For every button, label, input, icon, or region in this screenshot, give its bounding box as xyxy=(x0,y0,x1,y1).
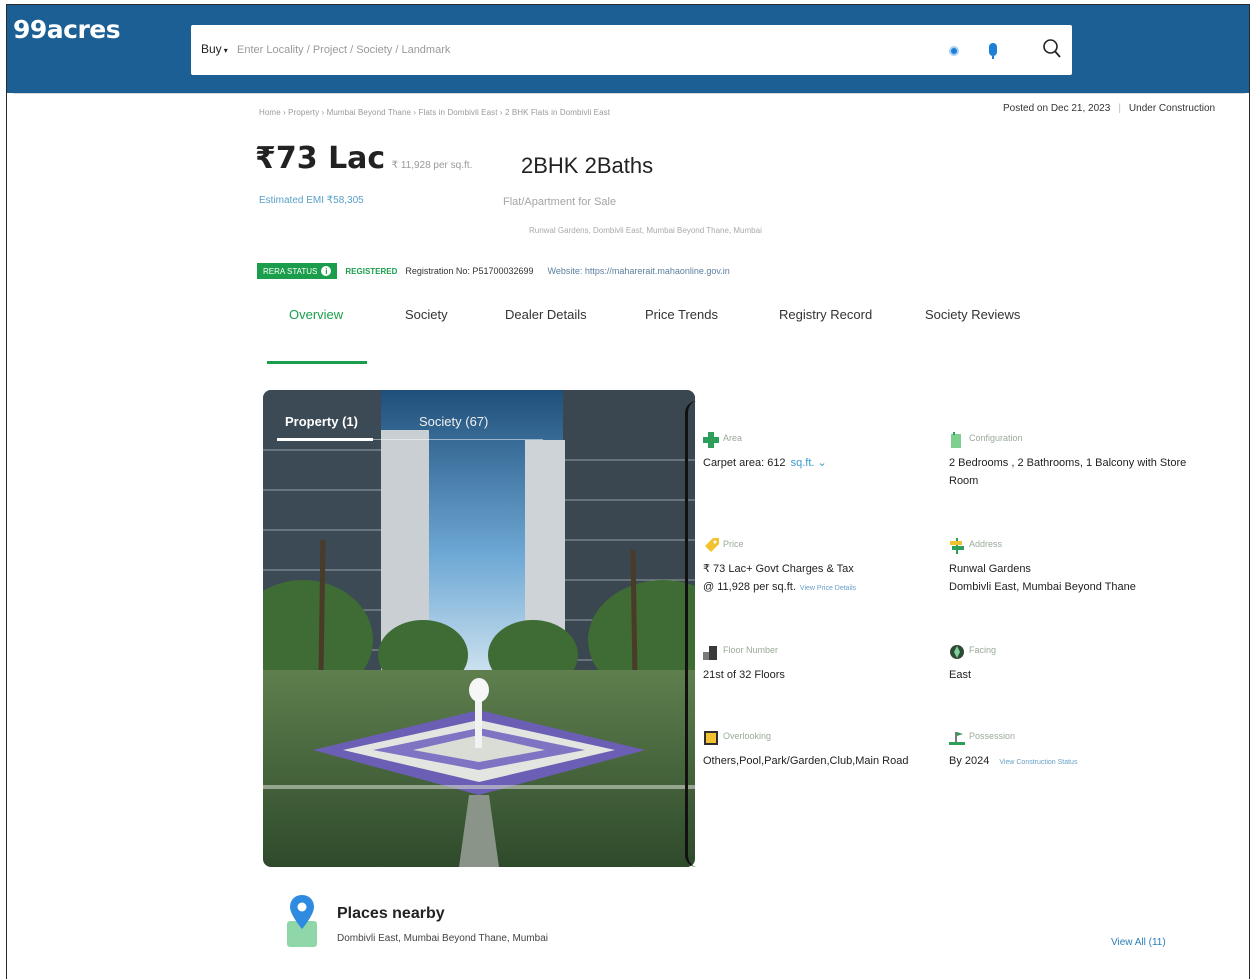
price-tag-icon xyxy=(705,538,719,552)
price-value: ₹ 73 Lac+ Govt Charges & Tax @ 11,928 pe… xyxy=(703,560,983,598)
address-line-2: Dombivli East, Mumbai Beyond Thane xyxy=(949,581,1136,593)
price-amount: ₹73 Lac xyxy=(255,141,386,176)
rera-badge[interactable]: RERA STATUS i xyxy=(257,263,338,279)
tab-overview[interactable]: Overview xyxy=(289,307,343,322)
header-divider xyxy=(13,93,1245,94)
rera-row: RERA STATUS i REGISTERED Registration No:… xyxy=(257,262,730,280)
view-price-details-link[interactable]: View Price Details xyxy=(800,585,856,592)
floor-label: Floor Number xyxy=(723,645,779,655)
registration-number: Registration No: P51700032699 xyxy=(405,266,534,276)
buy-dropdown[interactable]: Buy ▾ xyxy=(201,42,228,56)
building-icon xyxy=(703,646,717,660)
search-input[interactable] xyxy=(237,39,937,61)
gallery-tab-property[interactable]: Property (1) xyxy=(285,414,358,429)
tab-dealer-details[interactable]: Dealer Details xyxy=(505,307,587,322)
area-label: Area xyxy=(723,433,743,443)
property-title: 2BHK 2Baths xyxy=(521,153,654,178)
possession-icon xyxy=(949,732,965,745)
breadcrumb[interactable]: Home › Property › Mumbai Beyond Thane › … xyxy=(259,108,610,117)
price-line: ₹ 73 Lac+ Govt Charges & Tax xyxy=(703,563,854,575)
overlooking-value: Others,Pool,Park/Garden,Club,Main Road xyxy=(703,755,909,767)
property-type: Flat/Apartment for Sale xyxy=(503,196,617,208)
rera-website[interactable]: Website: https://maharerait.mahaonline.g… xyxy=(548,266,730,276)
configuration-value: 2 Bedrooms , 2 Bathrooms, 1 Balcony with… xyxy=(949,457,1187,487)
compass-icon xyxy=(950,645,964,659)
price-rate: @ 11,928 per sq.ft. xyxy=(703,581,796,593)
chevron-down-icon: ▾ xyxy=(223,46,228,55)
price-block: ₹73 Lac ₹ 11,928 per sq.ft. xyxy=(255,141,472,176)
rera-registered: REGISTERED xyxy=(345,266,398,276)
price-rate-line: @ 11,928 per sq.ft. View Price Details xyxy=(703,578,983,598)
address-line-1: Runwal Gardens xyxy=(949,563,1031,575)
property-photo xyxy=(263,390,695,867)
posted-date: Posted on Dec 21, 2023 xyxy=(1003,103,1111,114)
gallery-tab-indicator xyxy=(277,438,373,441)
top-header: 99acres Buy ▾ xyxy=(7,5,1249,93)
configuration-icon xyxy=(951,432,961,448)
info-icon[interactable]: i xyxy=(321,266,332,276)
price-per-sqft: ₹ 11,928 per sq.ft. xyxy=(391,160,473,171)
configuration-label: Configuration xyxy=(969,433,1023,443)
window-icon xyxy=(704,731,718,745)
possession-label: Possession xyxy=(969,731,1016,741)
area-value: Carpet area: 612 sq.ft. ⌄ xyxy=(703,454,983,472)
area-unit-dropdown[interactable]: sq.ft. ⌄ xyxy=(791,457,827,469)
browser-frame: 99acres Buy▾ Home › Property › Mumbai Be… xyxy=(6,4,1250,979)
places-nearby-title: Places nearby xyxy=(337,905,445,922)
gallery-tab-divider xyxy=(373,439,543,440)
facing-label: Facing xyxy=(969,645,997,655)
possession-date: By 2024 xyxy=(949,755,990,767)
tab-society-reviews[interactable]: Society Reviews xyxy=(925,307,1020,322)
active-tab-indicator xyxy=(267,361,367,364)
area-icon xyxy=(703,432,719,448)
search-bar: Buy ▾ xyxy=(191,25,1072,75)
overlooking-label: Overlooking xyxy=(723,731,772,741)
places-nearby-subtitle: Dombivli East, Mumbai Beyond Thane, Mumb… xyxy=(337,933,549,944)
emi-link[interactable]: Estimated EMI ₹58,305 xyxy=(259,195,364,206)
mic-icon[interactable] xyxy=(989,43,997,59)
rera-badge-label: RERA STATUS xyxy=(263,266,318,276)
details-bracket xyxy=(685,401,701,867)
gallery-tab-society[interactable]: Society (67) xyxy=(419,414,488,429)
tab-price-trends[interactable]: Price Trends xyxy=(645,307,718,322)
tab-society[interactable]: Society xyxy=(405,307,448,322)
search-icon[interactable] xyxy=(1042,37,1062,61)
posted-meta: Posted on Dec 21, 2023 | Under Constructio… xyxy=(1003,103,1215,114)
address-label: Address xyxy=(969,539,1003,549)
signpost-icon xyxy=(950,538,964,554)
meta-separator: | xyxy=(1118,103,1121,114)
gallery-tabs: Property (1) Society (67) xyxy=(277,414,543,444)
address-value: Runwal Gardens Dombivli East, Mumbai Bey… xyxy=(949,560,1229,596)
buy-label: Buy xyxy=(201,42,222,56)
floor-value: 21st of 32 Floors xyxy=(703,669,785,681)
property-location: Runwal Gardens, Dombivli East, Mumbai Be… xyxy=(529,226,762,235)
map-pin-icon xyxy=(287,895,317,947)
facing-value: East xyxy=(949,669,972,681)
view-all-places-link[interactable]: View All (11) xyxy=(1111,937,1166,948)
possession-value: By 2024 View Construction Status xyxy=(949,752,1229,772)
property-gallery[interactable]: Property (1) Society (67) xyxy=(263,390,695,867)
view-construction-status-link[interactable]: View Construction Status xyxy=(999,759,1077,766)
construction-status: Under Construction xyxy=(1128,103,1216,114)
site-logo[interactable]: 99acres xyxy=(13,15,121,44)
tab-registry-record[interactable]: Registry Record xyxy=(779,307,872,322)
section-tabs: Overview Society Dealer Details Price Tr… xyxy=(259,303,1049,367)
carpet-area: Carpet area: 612 xyxy=(703,457,786,469)
location-icon[interactable] xyxy=(949,46,959,56)
places-nearby-section: Places nearby Dombivli East, Mumbai Beyo… xyxy=(283,893,1203,973)
price-label: Price xyxy=(723,539,744,549)
